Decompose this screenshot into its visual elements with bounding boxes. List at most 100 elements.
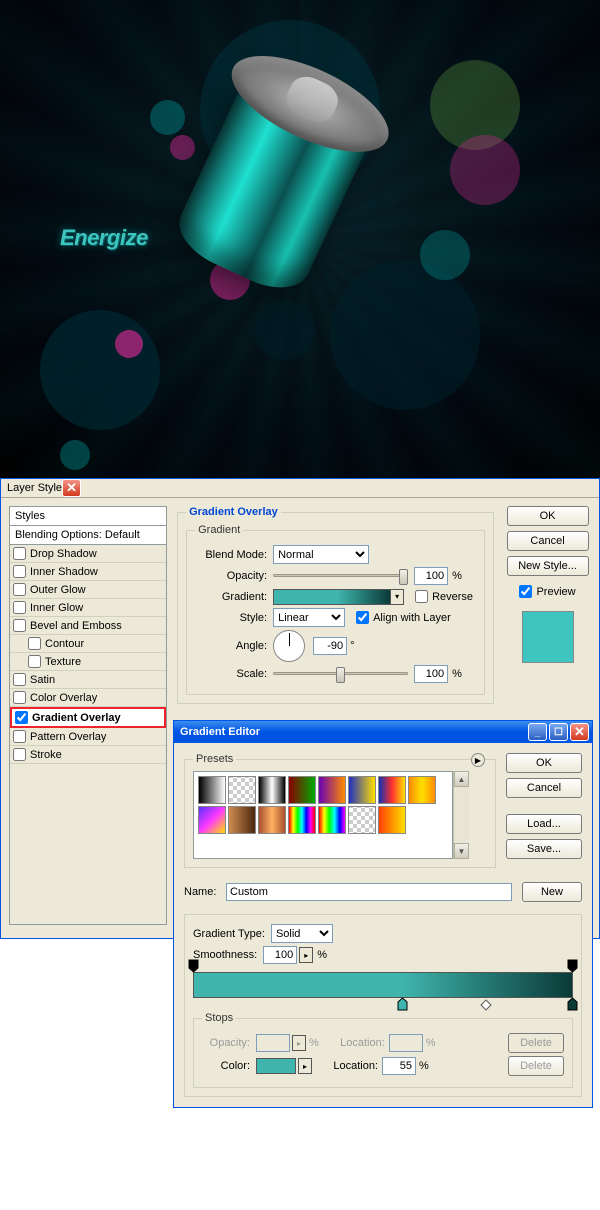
opacity-label: Opacity: <box>195 570 267 582</box>
preset-swatch[interactable] <box>318 806 346 834</box>
style-item-stroke[interactable]: Stroke <box>10 746 166 763</box>
smoothness-dropdown-icon[interactable]: ▸ <box>299 947 313 963</box>
style-item-pattern-overlay[interactable]: Pattern Overlay <box>10 728 166 745</box>
midpoint-stop[interactable] <box>480 999 491 1010</box>
preset-swatch[interactable] <box>378 776 406 804</box>
bubble <box>115 330 143 358</box>
gradient-bar[interactable] <box>193 972 573 998</box>
opacity-stop[interactable] <box>567 959 578 973</box>
stop-location-input <box>389 1034 423 1052</box>
style-select[interactable]: Linear <box>273 608 345 627</box>
minimize-icon[interactable]: _ <box>528 723 547 741</box>
stop-opacity-input <box>256 1034 290 1052</box>
style-item-satin[interactable]: Satin <box>10 671 166 688</box>
dialog-buttons: OK Cancel New Style... Preview <box>504 506 591 663</box>
blend-mode-select[interactable]: Normal <box>273 545 369 564</box>
style-label: Style: <box>195 612 267 624</box>
stop-location-label: Location: <box>322 1060 378 1072</box>
style-item-drop-shadow[interactable]: Drop Shadow <box>10 545 166 562</box>
preset-swatch[interactable] <box>288 806 316 834</box>
delete-button[interactable]: Delete <box>508 1056 564 1076</box>
opacity-stop[interactable] <box>188 959 199 973</box>
pct-label: % <box>452 570 462 582</box>
style-item-texture[interactable]: Texture <box>10 653 166 670</box>
ok-button[interactable]: OK <box>506 753 582 773</box>
preset-swatch[interactable] <box>258 776 286 804</box>
scale-input[interactable] <box>414 665 448 683</box>
bubble <box>420 230 470 280</box>
align-checkbox[interactable]: Align with Layer <box>353 609 454 626</box>
dropdown-icon: ▸ <box>292 1035 306 1051</box>
maximize-icon[interactable]: ☐ <box>549 723 568 741</box>
gradient-overlay-panel: Gradient Overlay Gradient Blend Mode: No… <box>177 506 494 704</box>
cancel-button[interactable]: Cancel <box>507 531 589 551</box>
preset-swatch[interactable] <box>348 806 376 834</box>
styles-list: Styles Blending Options: Default Drop Sh… <box>9 506 167 925</box>
gradient-dropdown-icon[interactable]: ▾ <box>390 589 404 605</box>
color-chip[interactable] <box>256 1058 296 1074</box>
load-button[interactable]: Load... <box>506 814 582 834</box>
new-button[interactable]: New <box>522 882 582 902</box>
style-item-bevel-and-emboss[interactable]: Bevel and Emboss <box>10 617 166 634</box>
opacity-input[interactable] <box>414 567 448 585</box>
type-label: Gradient Type: <box>193 928 265 940</box>
scale-label: Scale: <box>195 668 267 680</box>
preset-swatch[interactable] <box>198 776 226 804</box>
close-icon[interactable]: ✕ <box>570 723 589 741</box>
angle-input[interactable] <box>313 637 347 655</box>
styles-header[interactable]: Styles <box>10 507 166 526</box>
preset-swatch[interactable] <box>378 806 406 834</box>
preset-swatch[interactable] <box>288 776 316 804</box>
close-icon[interactable]: ✕ <box>62 479 81 497</box>
new-style-button[interactable]: New Style... <box>507 556 589 576</box>
preview-checkbox[interactable]: Preview <box>516 583 578 600</box>
logo-text: Energize <box>60 225 148 251</box>
style-item-gradient-overlay[interactable]: Gradient Overlay <box>12 709 164 726</box>
scrollbar[interactable]: ▲ ▼ <box>453 771 469 859</box>
name-input[interactable] <box>226 883 512 901</box>
preset-swatch[interactable] <box>198 806 226 834</box>
color-dropdown-icon[interactable]: ▸ <box>298 1058 312 1074</box>
style-item-contour[interactable]: Contour <box>10 635 166 652</box>
pct-label: % <box>452 668 462 680</box>
dialog-titlebar[interactable]: Gradient Editor _ ☐ ✕ <box>174 721 592 743</box>
section-legend: Gradient Overlay <box>186 506 281 518</box>
save-button[interactable]: Save... <box>506 839 582 859</box>
stops-legend: Stops <box>202 1012 236 1024</box>
color-stop[interactable] <box>567 997 578 1011</box>
smoothness-input[interactable] <box>263 946 297 964</box>
scale-slider[interactable] <box>273 665 408 683</box>
preset-swatch[interactable] <box>228 776 256 804</box>
preset-swatch[interactable] <box>348 776 376 804</box>
reverse-checkbox[interactable]: Reverse <box>412 588 476 605</box>
presets-grid <box>193 771 453 859</box>
cancel-button[interactable]: Cancel <box>506 778 582 798</box>
ok-button[interactable]: OK <box>507 506 589 526</box>
deg-label: ° <box>350 640 354 652</box>
dialog-titlebar[interactable]: Layer Style ✕ <box>1 479 599 498</box>
stop-location-label: Location: <box>329 1037 385 1049</box>
gradient-label: Gradient: <box>195 591 267 603</box>
preset-swatch[interactable] <box>318 776 346 804</box>
preset-swatch[interactable] <box>228 806 256 834</box>
bubble <box>450 135 520 205</box>
angle-dial[interactable] <box>273 630 305 662</box>
delete-button: Delete <box>508 1033 564 1053</box>
style-item-inner-shadow[interactable]: Inner Shadow <box>10 563 166 580</box>
stop-location-input[interactable] <box>382 1057 416 1075</box>
color-stop[interactable] <box>397 997 408 1011</box>
preset-swatch[interactable] <box>258 806 286 834</box>
scroll-up-icon: ▲ <box>454 771 469 787</box>
style-item-outer-glow[interactable]: Outer Glow <box>10 581 166 598</box>
artwork-canvas: Energize <box>0 0 600 478</box>
preset-swatch[interactable] <box>408 776 436 804</box>
blending-options-item[interactable]: Blending Options: Default <box>10 526 166 545</box>
style-item-inner-glow[interactable]: Inner Glow <box>10 599 166 616</box>
opacity-slider[interactable] <box>273 567 408 585</box>
gradient-preview[interactable] <box>273 589 391 605</box>
type-select[interactable]: Solid <box>271 924 333 943</box>
presets-menu-icon[interactable]: ▶ <box>471 753 485 767</box>
style-item-color-overlay[interactable]: Color Overlay <box>10 689 166 706</box>
stop-color-label: Color: <box>202 1060 250 1072</box>
stop-opacity-label: Opacity: <box>202 1037 250 1049</box>
